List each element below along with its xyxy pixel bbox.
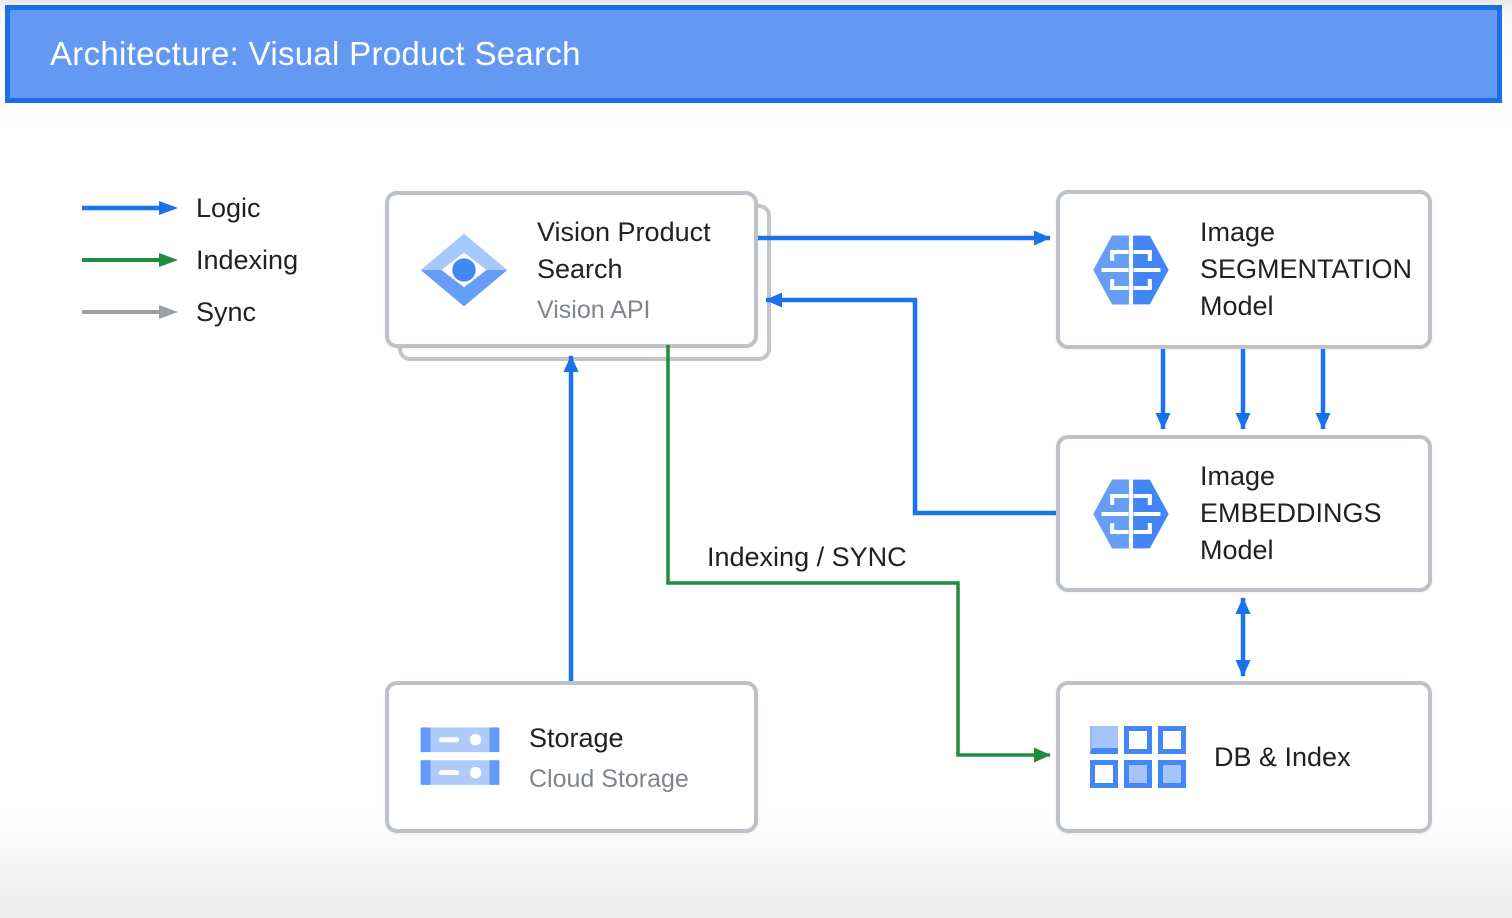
- node-subtitle: Cloud Storage: [529, 764, 689, 794]
- legend-item-logic: Logic: [80, 190, 298, 226]
- indexing-arrow-icon: [80, 252, 180, 268]
- db-grid-cell: [1158, 760, 1186, 788]
- node-storage: Storage Cloud Storage: [385, 681, 758, 833]
- node-image-embeddings-model: Image EMBEDDINGS Model: [1056, 435, 1432, 592]
- legend-label-logic: Logic: [196, 193, 261, 224]
- node-title: Storage: [529, 720, 689, 757]
- db-grid-cell: [1158, 726, 1186, 754]
- legend-item-sync: Sync: [80, 294, 298, 330]
- node-title: Image SEGMENTATION Model: [1200, 214, 1440, 325]
- arrow-embeddings-to-vision: [766, 300, 1056, 513]
- ml-model-icon: [1090, 234, 1172, 306]
- vision-api-icon: [419, 231, 509, 309]
- db-grid-cell: [1124, 760, 1152, 788]
- diagram-canvas: Architecture: Visual Product Search Logi…: [0, 0, 1512, 918]
- legend: Logic Indexing Sync: [80, 190, 298, 346]
- db-grid-cell: [1090, 760, 1118, 788]
- legend-label-indexing: Indexing: [196, 245, 298, 276]
- db-index-icon: [1090, 726, 1186, 788]
- node-subtitle: Vision API: [537, 295, 752, 325]
- node-title: Image EMBEDDINGS Model: [1200, 458, 1440, 569]
- page-title: Architecture: Visual Product Search: [10, 35, 581, 73]
- node-title: DB & Index: [1214, 739, 1351, 776]
- node-db-and-index: DB & Index: [1056, 681, 1432, 833]
- node-image-segmentation-model: Image SEGMENTATION Model: [1056, 190, 1432, 349]
- logic-arrow-icon: [80, 200, 180, 216]
- legend-item-indexing: Indexing: [80, 242, 298, 278]
- title-bar: Architecture: Visual Product Search: [5, 5, 1502, 103]
- db-grid-cell: [1124, 726, 1152, 754]
- node-title: Vision Product Search: [537, 214, 752, 288]
- ml-model-icon: [1090, 478, 1172, 550]
- legend-label-sync: Sync: [196, 297, 256, 328]
- cloud-storage-icon: [419, 722, 501, 792]
- sync-arrow-icon: [80, 304, 180, 320]
- node-vision-product-search: Vision Product Search Vision API: [385, 191, 758, 348]
- db-grid-cell: [1090, 726, 1118, 754]
- indexing-sync-label: Indexing / SYNC: [707, 542, 907, 573]
